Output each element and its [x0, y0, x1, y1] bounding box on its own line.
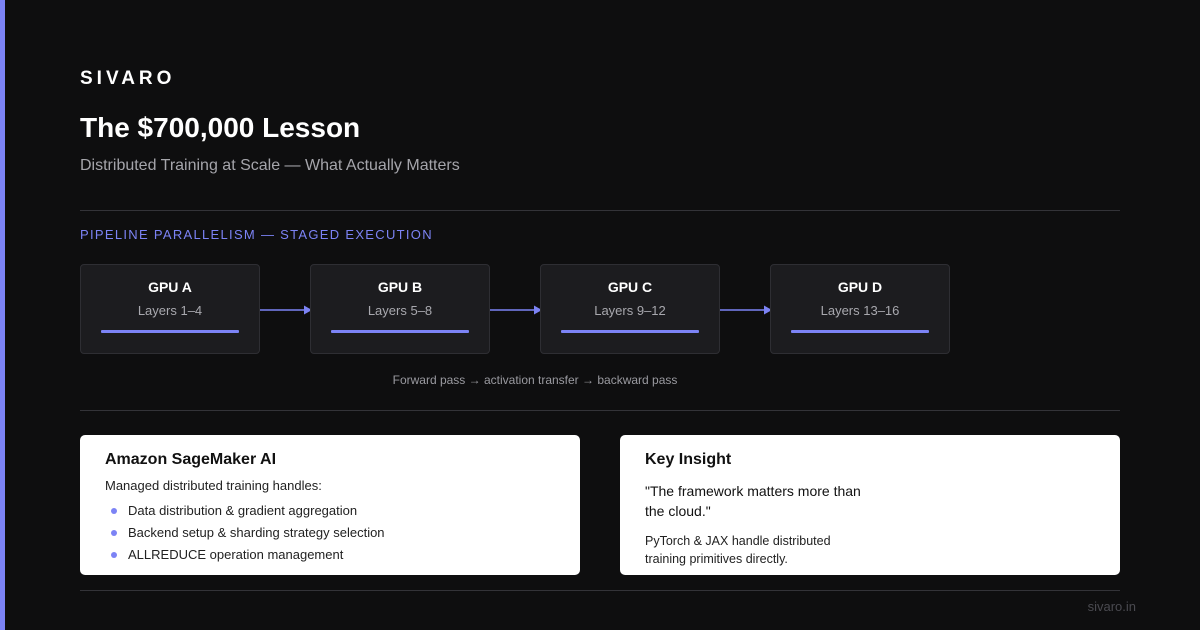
card-intro: Managed distributed training handles:: [105, 478, 322, 493]
list-item-text: ALLREDUCE operation management: [128, 547, 344, 562]
bullet-list: Data distribution & gradient aggregation…: [105, 502, 385, 568]
gpu-layers: Layers 1–4: [137, 303, 203, 318]
list-item: ALLREDUCE operation management: [105, 546, 385, 568]
gpu-box-d: GPU D Layers 13–16: [770, 264, 950, 354]
section-label: PIPELINE PARALLELISM — STAGED EXECUTION: [80, 227, 433, 242]
top-divider: [80, 210, 1120, 211]
arrow-right-icon: [260, 305, 312, 315]
gpu-layers: Layers 9–12: [594, 303, 666, 318]
gpu-name: GPU C: [607, 279, 653, 295]
bullet-dot-icon: [111, 552, 117, 558]
insight-quote: "The framework matters more than the clo…: [645, 483, 861, 519]
list-item-text: Data distribution & gradient aggregation: [128, 503, 358, 518]
gpu-progress-bar: [561, 330, 699, 333]
list-item-text: Backend setup & sharding strategy select…: [128, 525, 385, 540]
insight-note: PyTorch & JAX handle distributed trainin…: [645, 534, 831, 566]
bullet-dot-icon: [111, 508, 117, 514]
gpu-box-a: GPU A Layers 1–4: [80, 264, 260, 354]
bullet-dot-icon: [111, 530, 117, 536]
bottom-divider: [80, 590, 1120, 591]
gpu-box-b: GPU B Layers 5–8: [310, 264, 490, 354]
gpu-box-c: GPU C Layers 9–12: [540, 264, 720, 354]
card-title: Amazon SageMaker AI: [105, 451, 277, 468]
list-item: Data distribution & gradient aggregation: [105, 502, 385, 524]
list-item: Backend setup & sharding strategy select…: [105, 524, 385, 546]
footer-url: sivaro.in: [1087, 599, 1136, 614]
gpu-name: GPU D: [837, 279, 883, 295]
arrow-right-icon: [720, 305, 772, 315]
brand-logo: SIVARO: [80, 68, 176, 89]
middle-divider: [80, 410, 1120, 411]
gpu-progress-bar: [101, 330, 239, 333]
arrow-right-icon: [490, 305, 542, 315]
gpu-progress-bar: [331, 330, 469, 333]
insight-card: Key Insight "The framework matters more …: [620, 435, 1120, 575]
gpu-layers: Layers 5–8: [367, 303, 433, 318]
pipeline-caption: Forward pass → activation transfer → bac…: [392, 373, 678, 387]
gpu-progress-bar: [791, 330, 929, 333]
gpu-name: GPU B: [377, 279, 423, 295]
page-title: The $700,000 Lesson: [80, 112, 361, 143]
gpu-layers: Layers 13–16: [820, 303, 900, 318]
gpu-name: GPU A: [148, 279, 192, 295]
sagemaker-card: Amazon SageMaker AI Managed distributed …: [80, 435, 580, 575]
card-title: Key Insight: [645, 451, 732, 468]
page-subtitle: Distributed Training at Scale — What Act…: [80, 157, 460, 174]
accent-bar: [0, 0, 5, 630]
